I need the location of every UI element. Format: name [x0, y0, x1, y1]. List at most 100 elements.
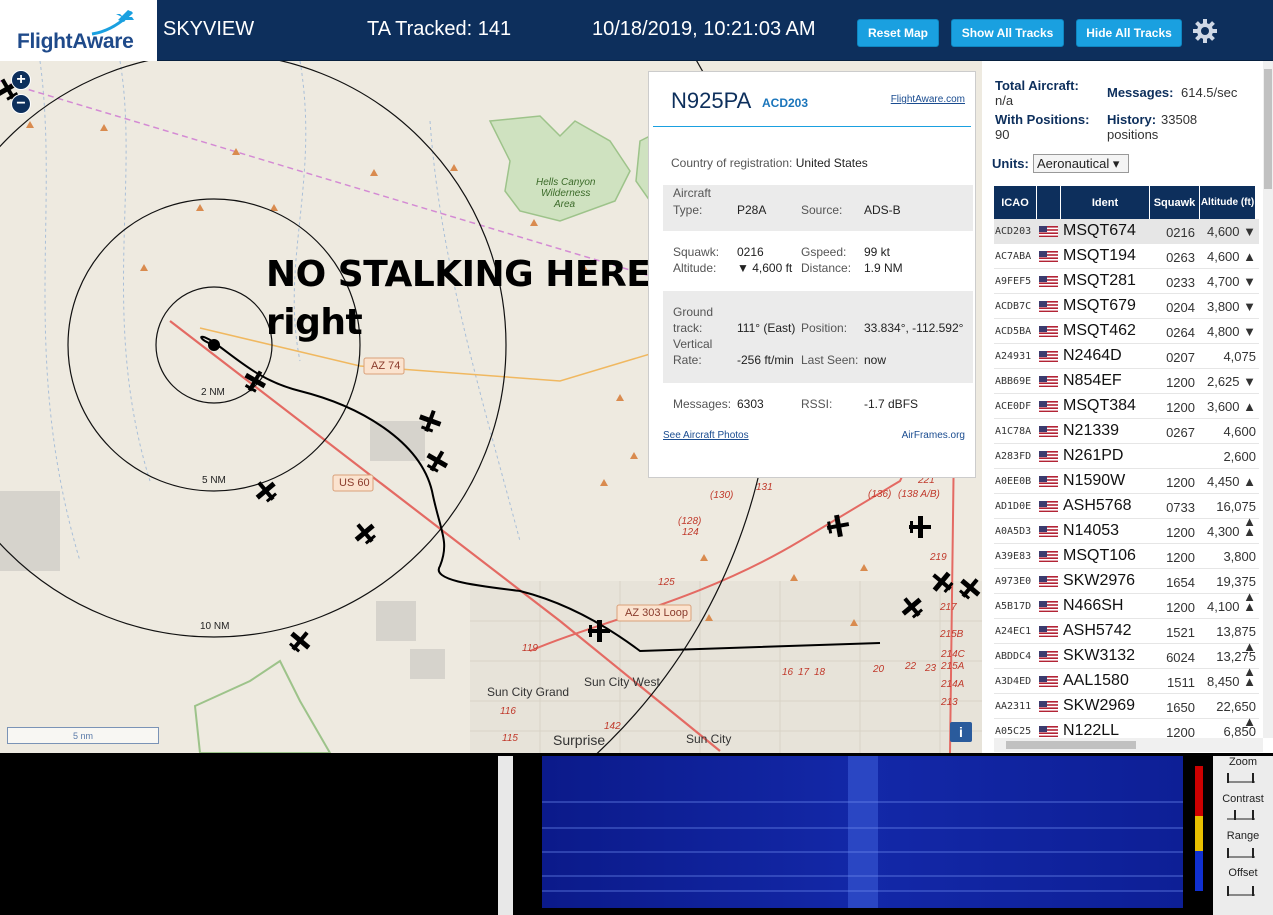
exit-label: 23 [925, 663, 937, 674]
row-ident: N466SH [1063, 597, 1124, 614]
column-flag[interactable] [1037, 186, 1061, 219]
ground-track-label: Ground [673, 305, 714, 319]
table-row[interactable]: A24931 N2464D 0207 4,075 [994, 344, 1259, 369]
aircraft-photos-link[interactable]: See Aircraft Photos [663, 430, 749, 441]
table-row[interactable]: ACE0DF MSQT384 1200 3,600 ▲ [994, 394, 1259, 419]
exit-label: (138 A/B) [898, 489, 940, 500]
row-icao: A24EC1 [995, 626, 1032, 637]
exit-label: 22 [905, 661, 917, 672]
scrollbar-thumb[interactable] [1264, 69, 1272, 189]
table-row[interactable]: A39E83 MSQT106 1200 3,800 [994, 544, 1259, 569]
table-row[interactable]: AC7ABA MSQT194 0263 4,600 ▲ [994, 244, 1259, 269]
hide-all-tracks-button[interactable]: Hide All Tracks [1076, 19, 1182, 47]
place-label: Sun City Grand [487, 685, 570, 699]
row-altitude: 2,600 [1223, 449, 1256, 464]
zoom-out-button[interactable]: − [11, 94, 31, 114]
tracked-count: TA Tracked: 141 [367, 18, 512, 40]
table-row[interactable]: A1C78A N21339 0267 4,600 [994, 419, 1259, 444]
row-squawk: 0216 [1166, 225, 1195, 240]
exit-label: 125 [658, 577, 675, 588]
exit-label: 213 [941, 697, 958, 708]
row-ident: MSQT679 [1063, 297, 1136, 314]
column-altitude[interactable]: Altitude (ft) [1200, 186, 1256, 219]
table-row[interactable]: A283FD N261PD 2,600 [994, 444, 1259, 469]
distance-value: 1.9 NM [864, 261, 903, 275]
table-row[interactable]: A0EE0B N1590W 1200 4,450 ▲ [994, 469, 1259, 494]
row-squawk: 0733 [1166, 500, 1195, 515]
flightaware-logo[interactable]: FlightAware [0, 0, 157, 61]
row-squawk: 0204 [1166, 300, 1195, 315]
contrast-slider[interactable] [1226, 809, 1256, 821]
column-ident[interactable]: Ident [1061, 186, 1150, 219]
pane-divider[interactable] [498, 756, 513, 915]
us-flag-icon [1039, 601, 1058, 612]
row-altitude: 3,800 ▼ [1206, 299, 1256, 314]
row-squawk: 1200 [1166, 525, 1195, 540]
aircraft-type-value: P28A [737, 203, 767, 217]
table-row[interactable]: ACD203 MSQT674 0216 4,600 ▼ [994, 219, 1259, 244]
table-row[interactable]: ABB69E N854EF 1200 2,625 ▼ [994, 369, 1259, 394]
aircraft-type-label: Aircraft [673, 186, 712, 200]
us-flag-icon [1039, 526, 1058, 537]
table-row[interactable]: A9FEF5 MSQT281 0233 4,700 ▼ [994, 269, 1259, 294]
scrollbar-thumb[interactable] [1006, 741, 1136, 749]
gray-area [410, 649, 445, 679]
range-slider[interactable] [1226, 847, 1256, 859]
airframes-link[interactable]: AirFrames.org [902, 430, 965, 441]
table-row[interactable]: AA2311 SKW2969 1650 22,650 ▲ [994, 694, 1259, 729]
offset-slider[interactable] [1226, 885, 1256, 897]
panel-horizontal-scrollbar[interactable] [994, 738, 1263, 752]
place-label: Area [554, 199, 576, 210]
row-ident: N14053 [1063, 522, 1120, 539]
exit-label: 116 [500, 706, 516, 717]
row-ident: N21339 [1063, 422, 1120, 439]
altitude-label: Altitude: [673, 261, 717, 275]
zoom-slider[interactable] [1226, 772, 1256, 784]
us-flag-icon [1039, 576, 1058, 587]
row-squawk: 0267 [1166, 425, 1195, 440]
column-icao[interactable]: ICAO [994, 186, 1037, 219]
table-row[interactable]: ACDB7C MSQT679 0204 3,800 ▼ [994, 294, 1259, 319]
place-label: Wilderness [541, 188, 591, 199]
table-row[interactable]: A3D4ED AAL1580 1511 8,450 ▲ [994, 669, 1259, 694]
map-info-button[interactable]: i [950, 722, 972, 742]
gear-icon[interactable] [1192, 18, 1218, 44]
panel-vertical-scrollbar[interactable] [1263, 61, 1273, 738]
rssi-label: RSSI: [801, 397, 833, 411]
road-label-az74: AZ 74 [371, 360, 401, 372]
row-squawk: 1200 [1166, 550, 1195, 565]
row-altitude: 3,600 ▲ [1206, 399, 1256, 414]
row-squawk: 1650 [1166, 700, 1195, 715]
overlay-annotation-line1: NO STALKING HERE [266, 254, 651, 295]
rssi-value: -1.7 dBFS [864, 397, 919, 411]
units-select[interactable]: Aeronautical ▾ [1033, 154, 1129, 173]
row-squawk: 0263 [1166, 250, 1195, 265]
row-icao: A3D4ED [995, 676, 1032, 687]
exit-label: 124 [682, 527, 699, 538]
column-squawk[interactable]: Squawk [1150, 186, 1200, 219]
reset-map-button[interactable]: Reset Map [857, 19, 939, 47]
zoom-in-button[interactable]: + [11, 70, 31, 90]
gspeed-value: 99 kt [864, 245, 891, 259]
table-row[interactable]: ACD5BA MSQT462 0264 4,800 ▼ [994, 319, 1259, 344]
exit-label: 214C [941, 649, 965, 660]
show-all-tracks-button[interactable]: Show All Tracks [951, 19, 1064, 47]
table-row[interactable]: AD1D0E ASH5768 0733 16,075 ▲ [994, 494, 1259, 529]
vertical-rate-value: -256 ft/min [737, 353, 794, 367]
exit-label: (136) [868, 489, 892, 500]
row-squawk: 1200 [1166, 375, 1195, 390]
row-squawk: 0264 [1166, 325, 1195, 340]
table-row[interactable]: ABDDC4 SKW3132 6024 13,275 ▲ [994, 644, 1259, 679]
table-row[interactable]: A5B17D N466SH 1200 4,100 ▲ [994, 594, 1259, 619]
row-icao: ACD203 [995, 226, 1032, 237]
flightaware-link[interactable]: FlightAware.com [891, 94, 965, 105]
us-flag-icon [1039, 251, 1058, 262]
exit-label: 215B [940, 629, 964, 640]
table-row[interactable]: A24EC1 ASH5742 1521 13,875 ▲ [994, 619, 1259, 654]
row-altitude: 4,075 [1223, 349, 1256, 364]
table-row[interactable]: A973E0 SKW2976 1654 19,375 ▲ [994, 569, 1259, 604]
exit-label: 214A [941, 679, 965, 690]
exit-label: 17 [798, 667, 810, 678]
messages-value: 6303 [737, 397, 764, 411]
table-row[interactable]: A0A5D3 N14053 1200 4,300 ▲ [994, 519, 1259, 544]
